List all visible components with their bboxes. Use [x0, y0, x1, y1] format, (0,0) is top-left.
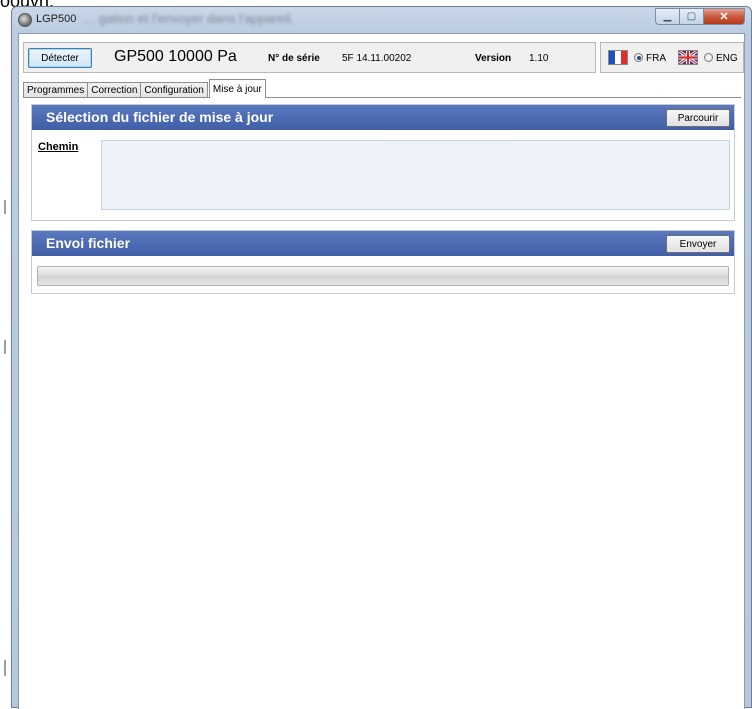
language-selector: FRA ENG [600, 42, 744, 73]
left-edge-artifact [4, 340, 6, 354]
send-button[interactable]: Envoyer [666, 235, 730, 253]
version-label: Version [475, 53, 512, 64]
send-progress-bar [37, 266, 729, 286]
update-file-panel-header: Sélection du fichier de mise à jour Parc… [32, 105, 734, 130]
device-name: GP500 10000 Pa [114, 48, 237, 65]
app-icon [18, 13, 32, 27]
minimize-button[interactable]: ▁ [655, 8, 679, 25]
send-file-panel: Envoi fichier Envoyer [31, 230, 735, 294]
radio-eng[interactable] [704, 53, 713, 62]
update-file-panel: Sélection du fichier de mise à jour Parc… [31, 104, 735, 221]
language-eng-label[interactable]: ENG [716, 53, 738, 64]
window-title-overlay: ... gation et l'envoyer dans l'appareil. [84, 11, 295, 26]
tab-correction[interactable]: Correction [87, 82, 142, 98]
maximize-button[interactable]: ▢ [679, 8, 703, 25]
minimize-icon: ▁ [663, 11, 672, 22]
tab-configuration[interactable]: Configuration [140, 82, 208, 98]
serial-value: 5F 14.11.00202 [342, 53, 412, 64]
update-file-panel-title: Sélection du fichier de mise à jour [46, 109, 274, 125]
tab-divider [23, 97, 741, 98]
device-header: Détecter GP500 10000 Pa N° de série 5F 1… [23, 42, 596, 73]
maximize-icon: ▢ [686, 11, 697, 22]
client-area: Détecter GP500 10000 Pa N° de série 5F 1… [18, 33, 745, 709]
tab-strip: Programmes Correction Configuration Mise… [23, 78, 266, 98]
send-file-panel-title: Envoi fichier [46, 235, 131, 251]
uk-flag-icon [678, 50, 698, 65]
version-value: 1.10 [529, 53, 549, 64]
window-controls: ▁ ▢ ✕ [655, 8, 745, 25]
tab-mise-a-jour[interactable]: Mise à jour [208, 79, 266, 98]
close-icon: ✕ [719, 11, 729, 23]
french-flag-icon [608, 50, 628, 65]
radio-fra[interactable] [634, 53, 643, 62]
path-label: Chemin [38, 141, 79, 153]
close-button[interactable]: ✕ [703, 8, 745, 25]
left-edge-artifact [4, 200, 6, 214]
path-field[interactable] [101, 140, 730, 210]
window-title: LGP500 [36, 13, 77, 25]
app-window: LGP500 ... gation et l'envoyer dans l'ap… [11, 6, 752, 709]
title-bar[interactable]: LGP500 ... gation et l'envoyer dans l'ap… [12, 7, 751, 33]
browse-button[interactable]: Parcourir [666, 109, 730, 127]
send-file-panel-header: Envoi fichier Envoyer [32, 231, 734, 256]
tab-programmes[interactable]: Programmes [23, 82, 89, 98]
detect-button[interactable]: Détecter [28, 48, 92, 68]
serial-label: N° de série [268, 53, 320, 64]
language-fra-label[interactable]: FRA [646, 53, 666, 64]
uk-flag-graphic [679, 51, 697, 64]
left-edge-artifact [4, 660, 6, 676]
